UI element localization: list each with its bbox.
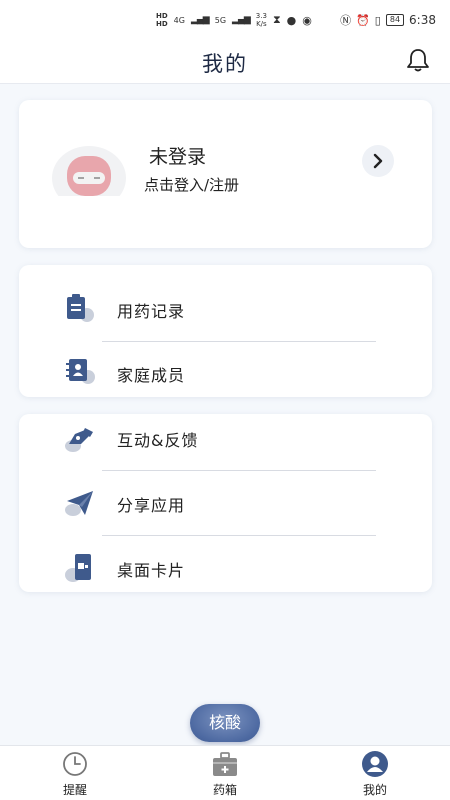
login-register-link[interactable]: 点击登入/注册 [144,174,239,195]
bottom-nav: 提醒 药箱 我的 [0,745,450,800]
paper-plane-icon [65,491,93,516]
hd-label-2: HD [156,20,168,28]
menu-item-family-members[interactable]: 家庭成员 [19,343,432,403]
robot-avatar-icon [51,146,127,210]
profile-card[interactable]: 未登录 点击登入/注册 [19,100,432,248]
status-bar-left: HD HD 4G ▂▄▆ 5G ▂▄▆ 3.3 K/s ⧗ ● ◉ [156,12,312,28]
menu-label: 互动&反馈 [117,431,199,450]
network-speed: 3.3 K/s [256,12,267,28]
page-header: 我的 [0,40,450,84]
avatar [51,142,127,210]
tab-mine[interactable]: 我的 [345,750,405,800]
bell-icon [407,49,429,72]
status-bar-right: Ⓝ ⏰ ▯ 84 6:38 [340,12,436,28]
menu-label: 用药记录 [117,302,186,321]
nfc-icon: Ⓝ [340,14,352,27]
hd-label-1: HD [156,12,168,20]
menu-label: 家庭成员 [117,366,186,385]
menu-item-desktop-card[interactable]: 桌面卡片 [19,538,432,598]
app-notification-icon: ◉ [302,13,312,27]
menu-label: 分享应用 [117,496,186,515]
signal-icon-2: ▂▄▆ [232,15,251,25]
speed-value: 3.3 [255,12,267,20]
menu-item-medication-record[interactable]: 用药记录 [19,279,432,339]
battery-icon: 84 [385,14,405,26]
chat-icon: ● [286,13,297,27]
divider [102,341,376,342]
notification-button[interactable] [404,46,432,74]
contacts-book-icon [66,359,95,384]
divider [102,535,376,536]
chevron-right-icon [373,153,383,169]
nucleic-acid-button[interactable]: 核酸 [190,704,260,742]
phone-card-icon [65,554,91,582]
menu-label: 桌面卡片 [117,561,186,580]
hourglass-icon: ⧗ [272,13,281,26]
user-icon [362,751,388,777]
menu-group-1: 用药记录 家庭成员 [19,265,432,397]
alarm-icon: ⏰ [356,13,370,27]
login-status: 未登录 [149,146,207,168]
tab-label: 提醒 [62,783,87,797]
tab-medicine-box[interactable]: 药箱 [195,750,255,800]
menu-group-2: 互动&反馈 分享应用 桌面卡片 [19,414,432,592]
menu-item-feedback[interactable]: 互动&反馈 [19,408,432,468]
profile-arrow-button[interactable] [362,145,394,177]
status-bar: HD HD 4G ▂▄▆ 5G ▂▄▆ 3.3 K/s ⧗ ● ◉ Ⓝ ⏰ ▯ … [0,0,450,40]
hd-indicator: HD HD [156,12,168,28]
signal-icon: ▂▄▆ [190,15,210,25]
divider [102,470,376,471]
tab-reminder[interactable]: 提醒 [45,750,105,800]
network-type-1: 4G [173,15,185,25]
clipboard-icon [67,294,94,322]
pen-feedback-icon [65,428,93,452]
vibrate-icon: ▯ [374,13,381,27]
network-type-2: 5G [214,15,227,25]
speed-unit: K/s [256,20,267,28]
clock-time: 6:38 [409,13,436,27]
clock-icon [63,752,87,776]
menu-item-share-app[interactable]: 分享应用 [19,473,432,533]
tab-label: 我的 [362,783,387,797]
medicine-box-icon [213,752,237,776]
tab-label: 药箱 [212,783,237,797]
page-title: 我的 [202,52,248,76]
